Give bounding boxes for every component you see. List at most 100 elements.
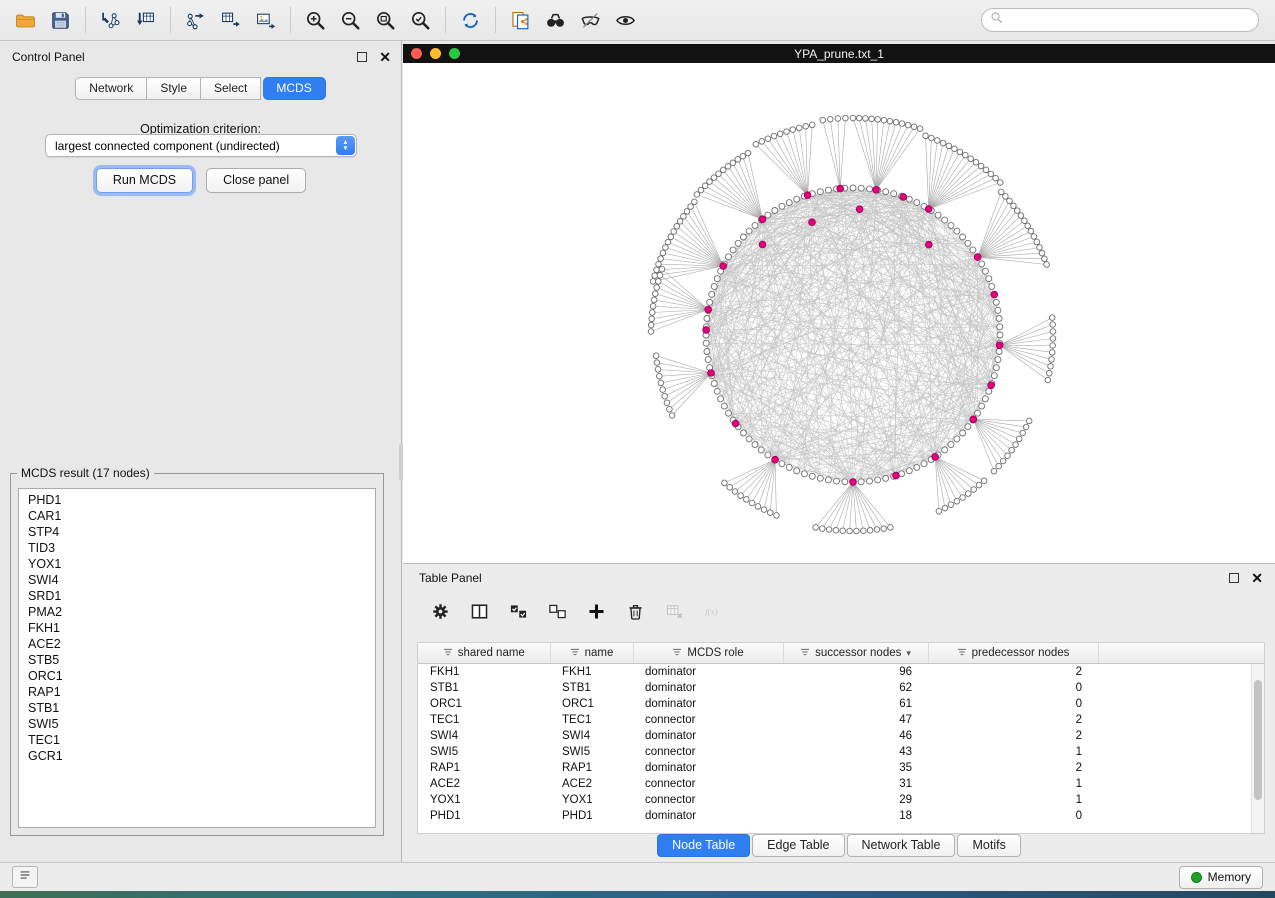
task-history-button[interactable] xyxy=(12,866,38,888)
table-row[interactable]: TEC1TEC1connector472 xyxy=(418,712,1264,728)
cell: FKH1 xyxy=(550,664,633,681)
task-list-icon xyxy=(18,868,32,887)
mcds-result-item[interactable]: RAP1 xyxy=(28,684,366,700)
table-row[interactable]: RAP1RAP1dominator352 xyxy=(418,760,1264,776)
mcds-result-item[interactable]: PMA2 xyxy=(28,604,366,620)
mcds-result-item[interactable]: STB5 xyxy=(28,652,366,668)
export-image-button[interactable] xyxy=(248,5,283,36)
toolbar-separator xyxy=(85,7,86,33)
column-sort-icon xyxy=(570,647,580,660)
cell: 46 xyxy=(783,728,928,744)
cell: dominator xyxy=(633,696,783,712)
table-settings-button[interactable] xyxy=(425,597,455,625)
save-session-button[interactable] xyxy=(43,5,78,36)
mcds-result-item[interactable]: FKH1 xyxy=(28,620,366,636)
criterion-select[interactable]: largest connected component (undirected)… xyxy=(45,134,357,157)
tab-motifs[interactable]: Motifs xyxy=(957,834,1020,857)
delete-column-button[interactable] xyxy=(620,597,650,625)
mcds-result-list[interactable]: PHD1CAR1STP4TID3YOX1SWI4SRD1PMA2FKH1ACE2… xyxy=(18,488,376,828)
mcds-result-item[interactable]: CAR1 xyxy=(28,508,366,524)
network-canvas[interactable] xyxy=(403,63,1275,563)
tab-network-table[interactable]: Network Table xyxy=(847,834,956,857)
cell: FKH1 xyxy=(418,664,550,681)
close-table-panel-icon[interactable]: ✕ xyxy=(1251,573,1263,583)
float-table-panel-icon[interactable] xyxy=(1229,573,1239,583)
tab-edge-table[interactable]: Edge Table xyxy=(752,834,844,857)
table-row[interactable]: PHD1PHD1dominator180 xyxy=(418,808,1264,824)
tab-network[interactable]: Network xyxy=(75,77,147,100)
table-row[interactable]: STB1STB1dominator620 xyxy=(418,680,1264,696)
open-session-button[interactable] xyxy=(8,5,43,36)
table-row[interactable]: SWI4SWI4dominator462 xyxy=(418,728,1264,744)
control-panel: Control Panel ✕ NetworkStyleSelectMCDS O… xyxy=(0,41,402,862)
export-network-button[interactable] xyxy=(178,5,213,36)
column-header-MCDS-role[interactable]: MCDS role xyxy=(633,643,783,664)
mcds-result-item[interactable]: ACE2 xyxy=(28,636,366,652)
show-graphics-details-button[interactable] xyxy=(608,5,643,36)
toggle-columns-button[interactable] xyxy=(464,597,494,625)
mcds-result-item[interactable]: SWI5 xyxy=(28,716,366,732)
mcds-result-item[interactable]: ORC1 xyxy=(28,668,366,684)
cytoscape-window: Control Panel ✕ NetworkStyleSelectMCDS O… xyxy=(0,0,1275,898)
search-box[interactable] xyxy=(981,8,1259,32)
select-all-rows-button[interactable] xyxy=(503,597,533,625)
cell: 96 xyxy=(783,664,928,681)
table-row[interactable]: SWI5SWI5connector431 xyxy=(418,744,1264,760)
mcds-result-item[interactable]: TID3 xyxy=(28,540,366,556)
float-panel-icon[interactable] xyxy=(357,52,367,62)
memory-button[interactable]: Memory xyxy=(1179,866,1263,889)
tab-mcds[interactable]: MCDS xyxy=(263,77,325,100)
status-bar: Memory xyxy=(0,862,1275,891)
export-table-button[interactable] xyxy=(213,5,248,36)
column-header-shared-name[interactable]: shared name xyxy=(418,643,550,664)
mcds-result-item[interactable]: STP4 xyxy=(28,524,366,540)
hide-graphics-details-button[interactable] xyxy=(573,5,608,36)
close-panel-button[interactable]: Close panel xyxy=(206,168,306,193)
add-column-button[interactable] xyxy=(581,597,611,625)
table-scrollbar-thumb[interactable] xyxy=(1254,680,1262,800)
cell: connector xyxy=(633,712,783,728)
import-network-button[interactable] xyxy=(93,5,128,36)
tab-style[interactable]: Style xyxy=(147,77,201,100)
mcds-result-item[interactable]: SWI4 xyxy=(28,572,366,588)
column-header-successor-nodes[interactable]: successor nodes▾ xyxy=(783,643,928,664)
control-panel-tabs: NetworkStyleSelectMCDS xyxy=(0,77,401,100)
close-panel-icon[interactable]: ✕ xyxy=(379,52,391,62)
import-table-button[interactable] xyxy=(128,5,163,36)
zoom-fit-button[interactable] xyxy=(368,5,403,36)
cell: SWI4 xyxy=(418,728,550,744)
memory-label: Memory xyxy=(1208,870,1251,884)
column-header-name[interactable]: name xyxy=(550,643,633,664)
tab-node-table[interactable]: Node Table xyxy=(657,834,750,857)
copy-network-view-button[interactable] xyxy=(503,5,538,36)
refresh-layout-button[interactable] xyxy=(453,5,488,36)
table-row[interactable]: YOX1YOX1connector291 xyxy=(418,792,1264,808)
tab-select[interactable]: Select xyxy=(201,77,261,100)
mcds-result-item[interactable]: YOX1 xyxy=(28,556,366,572)
zoom-selected-button[interactable] xyxy=(403,5,438,36)
mcds-result-item[interactable]: STB1 xyxy=(28,700,366,716)
mcds-result-item[interactable]: SRD1 xyxy=(28,588,366,604)
first-neighbors-button[interactable] xyxy=(538,5,573,36)
cell: YOX1 xyxy=(418,792,550,808)
table-row[interactable]: ACE2ACE2connector311 xyxy=(418,776,1264,792)
table-row[interactable]: ORC1ORC1dominator610 xyxy=(418,696,1264,712)
run-mcds-button[interactable]: Run MCDS xyxy=(96,168,193,193)
column-header-predecessor-nodes[interactable]: predecessor nodes xyxy=(928,643,1098,664)
mcds-result-item[interactable]: TEC1 xyxy=(28,732,366,748)
deselect-all-rows-button[interactable] xyxy=(542,597,572,625)
zoom-out-button[interactable] xyxy=(333,5,368,36)
network-graph[interactable] xyxy=(403,63,1275,563)
zoom-in-button[interactable] xyxy=(298,5,333,36)
cell: PHD1 xyxy=(550,808,633,824)
control-panel-header: Control Panel ✕ xyxy=(0,41,401,69)
mcds-result-item[interactable]: PHD1 xyxy=(28,492,366,508)
cell: connector xyxy=(633,776,783,792)
svg-text:f(x): f(x) xyxy=(705,606,717,616)
table-row[interactable]: FKH1FKH1dominator962 xyxy=(418,664,1264,681)
toolbar-separator xyxy=(170,7,171,33)
cell: 0 xyxy=(928,808,1098,824)
mcds-result-item[interactable]: GCR1 xyxy=(28,748,366,764)
search-input[interactable] xyxy=(1003,10,1258,30)
table-scrollbar[interactable] xyxy=(1251,664,1264,833)
